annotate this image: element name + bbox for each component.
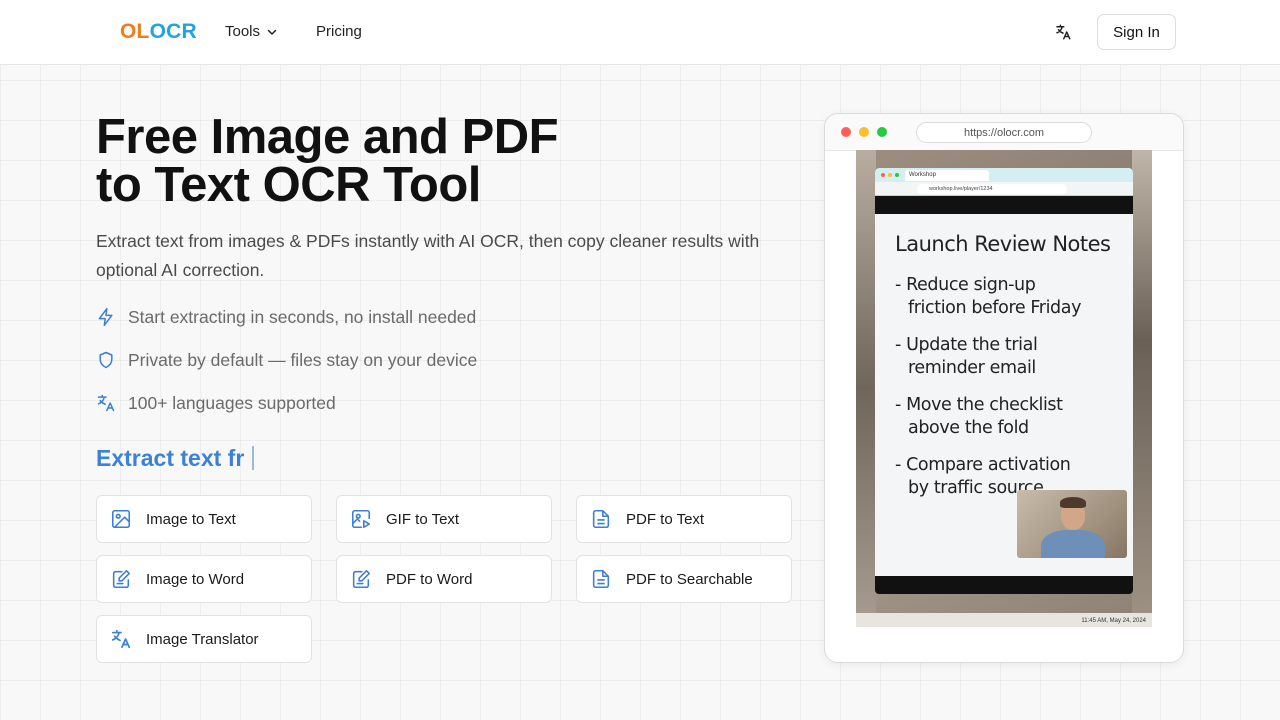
tool-label: PDF to Text — [626, 510, 705, 528]
lightning-icon — [96, 307, 116, 327]
edit-document-icon — [110, 568, 132, 590]
feature-item: 100+ languages supported — [96, 392, 336, 414]
typing-text: Extract text fr — [96, 445, 245, 471]
browser-mockup: https://olocr.com Workshop workshop.live… — [824, 113, 1184, 663]
inner-tab: Workshop — [905, 170, 989, 181]
inner-browser-tabs: Workshop — [875, 168, 1133, 182]
feature-text: Private by default — files stay on your … — [128, 350, 478, 370]
laptop-screen: Workshop workshop.live/player/1234 Launc… — [875, 168, 1133, 594]
background-blur-right — [1132, 150, 1152, 627]
slide-bullet: - Move the checklist above the fold — [895, 394, 1125, 440]
slide-bullet: - Reduce sign-up friction before Friday — [895, 274, 1125, 320]
page-title: Free Image and PDF to Text OCR Tool — [96, 110, 716, 212]
tool-label: PDF to Searchable — [626, 570, 753, 588]
window-maximize-dot — [877, 127, 887, 137]
tool-label: GIF to Text — [386, 510, 460, 528]
window-minimize-dot — [859, 127, 869, 137]
logo-text-ol: OL — [120, 20, 150, 43]
demo-screenshot: Workshop workshop.live/player/1234 Launc… — [856, 150, 1152, 627]
inner-address-row: workshop.live/player/1234 — [875, 182, 1133, 196]
translate-icon — [96, 393, 116, 413]
tool-label: PDF to Word — [386, 570, 473, 588]
nav-pricing-link[interactable]: Pricing — [316, 22, 362, 42]
bullet-line: above the fold — [908, 418, 1029, 438]
inner-maximize-dot — [895, 173, 899, 177]
feature-item: Start extracting in seconds, no install … — [96, 306, 476, 328]
title-line-2: to Text OCR Tool — [96, 158, 481, 212]
nav-tools-label: Tools — [225, 23, 261, 40]
slide-title: Launch Review Notes — [895, 232, 1111, 256]
tool-label: Image to Text — [146, 510, 236, 528]
bullet-line: - Compare activation — [895, 455, 1071, 475]
bullet-line: - Reduce sign-up — [895, 275, 1036, 295]
top-nav: OLOCR Tools Pricing Sign In — [0, 0, 1280, 65]
gif-icon — [350, 508, 372, 530]
image-icon — [110, 508, 132, 530]
logo[interactable]: OLOCR — [120, 20, 197, 44]
language-switch-button[interactable] — [1051, 20, 1075, 44]
shield-icon — [96, 350, 116, 370]
tool-label: Image to Word — [146, 570, 245, 588]
nav-tools-dropdown[interactable]: Tools — [225, 22, 278, 42]
tool-label: Image Translator — [146, 630, 259, 648]
edit-document-icon — [350, 568, 372, 590]
feature-text: Start extracting in seconds, no install … — [128, 307, 477, 327]
inner-close-dot — [881, 173, 885, 177]
address-bar: https://olocr.com — [916, 122, 1092, 143]
tool-image-translator[interactable]: Image Translator — [96, 615, 312, 663]
webcam-thumbnail — [1017, 490, 1127, 558]
chevron-down-icon — [267, 29, 277, 35]
person-body — [1041, 530, 1105, 558]
feature-text: 100+ languages supported — [128, 393, 336, 413]
tool-pdf-to-text[interactable]: PDF to Text — [576, 495, 792, 543]
bullet-line: - Move the checklist — [895, 395, 1063, 415]
logo-text-ocr: OCR — [149, 20, 197, 43]
inner-minimize-dot — [888, 173, 892, 177]
bullet-line: - Update the trial — [895, 335, 1038, 355]
title-line-1: Free Image and PDF — [96, 110, 559, 164]
person-hair — [1060, 497, 1086, 508]
tool-pdf-to-searchable[interactable]: PDF to Searchable — [576, 555, 792, 603]
slide-content: Launch Review Notes - Reduce sign-up fri… — [875, 214, 1133, 576]
bullet-line: reminder email — [908, 358, 1036, 378]
translate-icon — [1056, 24, 1071, 40]
background-blur-left — [856, 150, 876, 627]
photo-footer: 11:45 AM, May 24, 2024 — [856, 613, 1152, 627]
document-icon — [590, 508, 612, 530]
translate-icon — [110, 628, 132, 650]
slide-bullet: - Update the trial reminder email — [895, 334, 1125, 380]
timestamp: 11:45 AM, May 24, 2024 — [1081, 618, 1146, 624]
document-icon — [590, 568, 612, 590]
browser-toolbar: https://olocr.com — [825, 114, 1183, 151]
tool-image-to-text[interactable]: Image to Text — [96, 495, 312, 543]
sign-in-button[interactable]: Sign In — [1097, 14, 1176, 50]
typing-caret — [252, 446, 255, 470]
tool-pdf-to-word[interactable]: PDF to Word — [336, 555, 552, 603]
tool-image-to-word[interactable]: Image to Word — [96, 555, 312, 603]
bullet-line: friction before Friday — [908, 298, 1082, 318]
hero-description: Extract text from images & PDFs instantl… — [96, 231, 760, 280]
feature-item: Private by default — files stay on your … — [96, 349, 477, 371]
typing-headline: Extract text fr — [96, 443, 255, 473]
window-close-dot — [841, 127, 851, 137]
tool-gif-to-text[interactable]: GIF to Text — [336, 495, 552, 543]
inner-address-bar: workshop.live/player/1234 — [917, 184, 1067, 194]
